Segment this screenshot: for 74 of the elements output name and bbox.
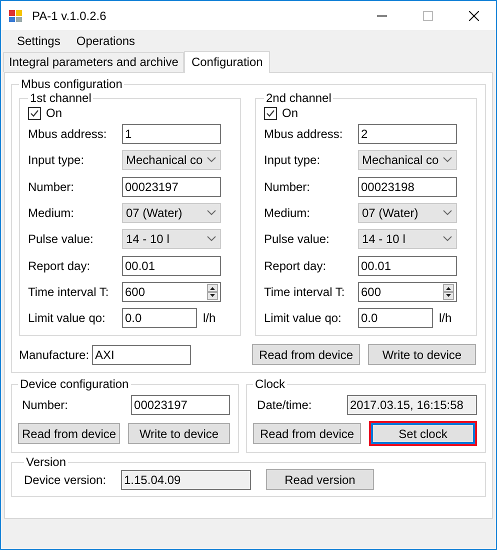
field-label: Number: (264, 180, 312, 194)
dropdown[interactable]: Mechanical co (358, 150, 457, 170)
close-icon[interactable] (469, 10, 479, 20)
field-label: Time interval T: (264, 284, 346, 299)
field-label: Pulse value: (264, 232, 330, 246)
input-field[interactable]: 2017.03.15, 16:15:58 (347, 395, 477, 416)
spin-field[interactable]: 600 (358, 282, 457, 302)
input-field[interactable]: AXI (92, 344, 192, 365)
input-field[interactable]: 1 (122, 124, 221, 144)
input-field[interactable]: 0.0 (358, 308, 433, 328)
dropdown[interactable]: 07 (Water) (358, 203, 457, 224)
window-title: PA-1 v.1.0.2.6 (32, 8, 106, 22)
dropdown[interactable]: 14 - 10 l (358, 229, 457, 250)
menu-item[interactable]: Operations (68, 34, 144, 48)
input-field[interactable]: 00023198 (358, 176, 457, 197)
tab[interactable]: Integral parameters and archive (3, 52, 184, 72)
field-label: Mbus address: (264, 127, 344, 142)
chevron-down-icon (443, 210, 452, 216)
chevron-down-icon (207, 210, 216, 216)
field-label: Input type: (28, 153, 86, 168)
field-label: Manufacture: (19, 348, 90, 362)
group-title: 1st channel (29, 91, 92, 105)
chevron-down-icon (443, 157, 452, 164)
action-button[interactable]: Read from device (252, 344, 360, 366)
field-label: Date/time: (257, 398, 312, 412)
field-label: Report day: (28, 258, 92, 273)
field-label: Limit value qo: (28, 311, 106, 326)
chevron-down-icon (207, 236, 216, 242)
action-button[interactable]: Write to device (128, 423, 230, 444)
input-field[interactable]: 00.01 (358, 256, 457, 276)
input-field[interactable]: 2 (358, 124, 457, 144)
action-button[interactable]: Read from device (18, 423, 120, 444)
chevron-down-icon (207, 157, 216, 164)
dropdown[interactable]: 14 - 10 l (122, 229, 221, 250)
input-field[interactable]: 00.01 (122, 256, 221, 276)
action-button[interactable]: Set clock (371, 423, 475, 444)
field-label: Medium: (264, 206, 312, 220)
checkbox[interactable] (264, 106, 277, 120)
field-label: Time interval T: (28, 284, 110, 299)
checkbox-label: On (282, 106, 298, 120)
spin-arrows-icon[interactable] (207, 284, 218, 300)
group-title: Mbus configuration (20, 77, 124, 91)
spin-field[interactable]: 600 (122, 282, 221, 302)
spin-arrows-icon[interactable] (443, 284, 454, 300)
field-label: Mbus address: (28, 127, 108, 142)
input-field[interactable]: 00023197 (131, 395, 230, 416)
menu-item[interactable]: Settings (9, 34, 68, 48)
field-label: Input type: (264, 153, 322, 168)
input-field[interactable]: 0.0 (122, 308, 197, 328)
action-button[interactable]: Write to device (368, 344, 476, 366)
field-label: Device version: (24, 472, 108, 487)
checkbox-label: On (46, 106, 62, 120)
field-label: Limit value qo: (264, 311, 342, 326)
field-label: Number: (28, 180, 76, 194)
input-field[interactable]: 00023197 (122, 176, 221, 197)
group-title: Clock (254, 377, 286, 392)
app-icon (8, 8, 24, 24)
action-button[interactable]: Read version (266, 469, 374, 490)
unit-label: l/h (203, 311, 216, 326)
input-field[interactable]: 1.15.04.09 (121, 470, 251, 490)
field-label: Report day: (264, 258, 328, 273)
field-label: Number: (22, 398, 68, 412)
field-label: Medium: (28, 206, 76, 220)
group-title: 2nd channel (265, 91, 332, 105)
group-title: Device configuration (19, 377, 130, 392)
dropdown[interactable]: 07 (Water) (122, 203, 221, 224)
action-button[interactable]: Read from device (253, 423, 362, 444)
field-label: Pulse value: (28, 232, 94, 246)
unit-label: l/h (439, 311, 452, 326)
group-title: Version (25, 455, 68, 470)
chevron-down-icon (443, 236, 452, 242)
checkbox[interactable] (28, 106, 41, 120)
tab[interactable]: Configuration (184, 51, 270, 73)
dropdown[interactable]: Mechanical co (122, 150, 221, 170)
